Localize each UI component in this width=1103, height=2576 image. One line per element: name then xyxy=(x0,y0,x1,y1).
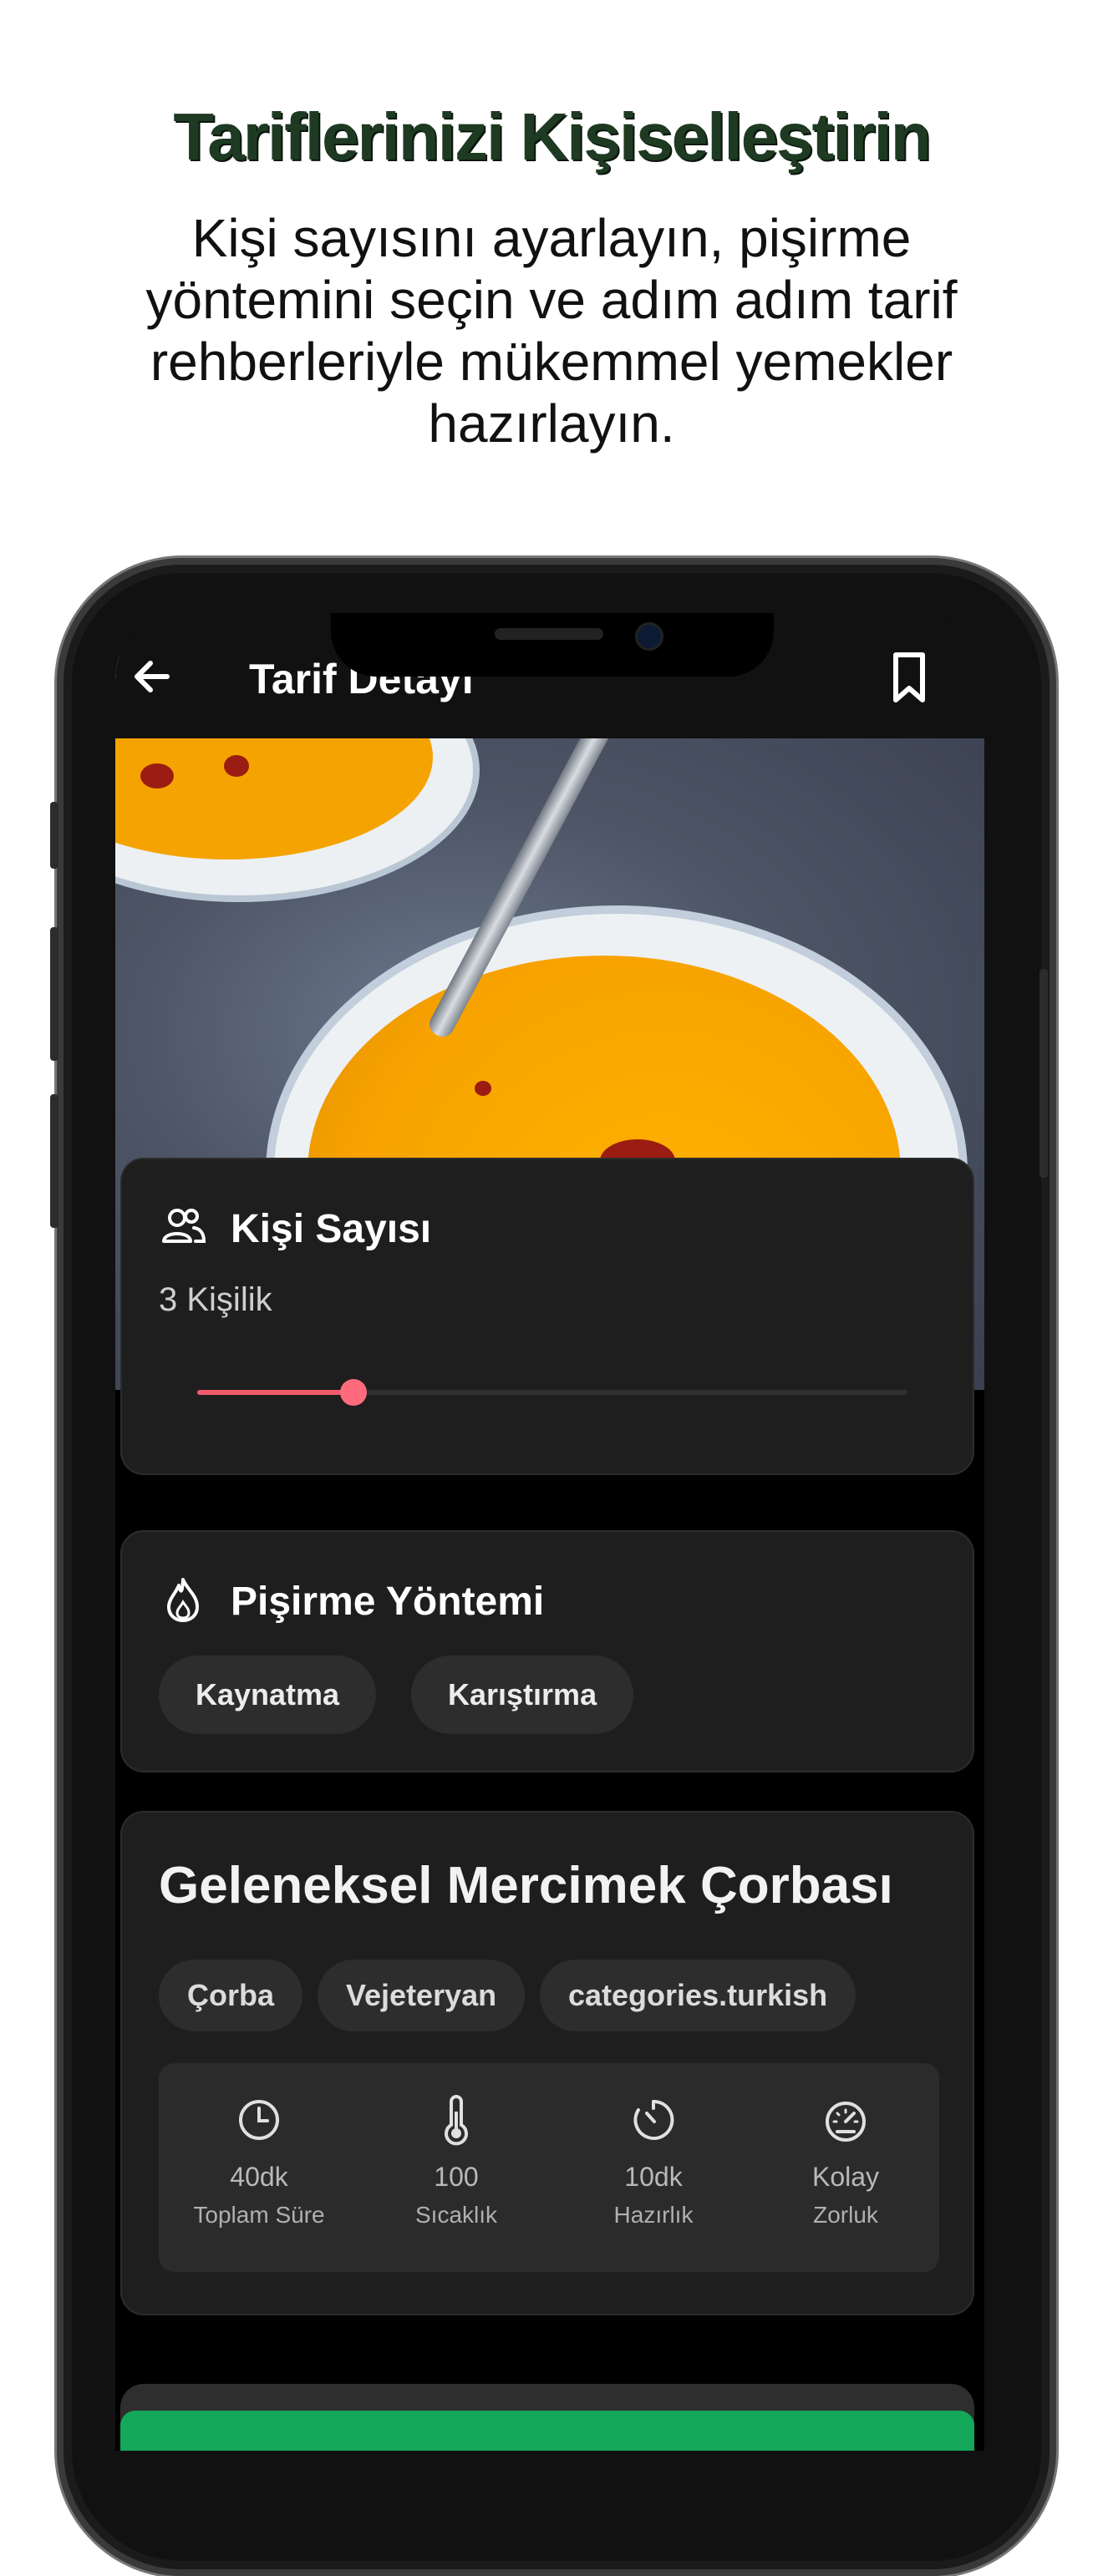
cooking-method-title: Pişirme Yöntemi xyxy=(231,1580,545,1624)
recipe-info-card: Geleneksel Mercimek Çorbası Çorba Vejete… xyxy=(120,1811,974,2315)
phone-volume-down-button xyxy=(50,1094,58,1228)
method-chip-kaynatma[interactable]: Kaynatma xyxy=(159,1656,377,1734)
paprika-garnish xyxy=(475,1081,491,1096)
persons-slider[interactable] xyxy=(197,1379,907,1406)
recipe-tag[interactable]: Çorba xyxy=(159,1960,303,2031)
stat-label: Zorluk xyxy=(813,2202,878,2228)
stat-difficulty: Kolay Zorluk xyxy=(754,2063,938,2272)
promo-subtitle: Kişi sayısını ayarlayın, pişirme yöntemi… xyxy=(145,208,958,454)
persons-value: 3 Kişilik xyxy=(159,1281,272,1318)
arrow-left-icon[interactable] xyxy=(127,652,177,702)
stat-label: Toplam Süre xyxy=(193,2202,325,2228)
camera-icon xyxy=(635,622,663,651)
bookmark-icon[interactable] xyxy=(884,648,934,707)
stat-total-time: 40dk Toplam Süre xyxy=(167,2063,351,2272)
recipe-stats: 40dk Toplam Süre 100 Sıcaklık 10dk Hazır… xyxy=(159,2063,939,2272)
clock-icon xyxy=(239,2100,279,2140)
stat-temperature: 100 Sıcaklık xyxy=(364,2063,548,2272)
flame-icon xyxy=(167,1578,199,1622)
slider-fill xyxy=(197,1390,353,1395)
cooking-method-card: Pişirme Yöntemi Kaynatma Karıştırma xyxy=(120,1530,974,1772)
phone-power-button xyxy=(1039,969,1048,1178)
paprika-garnish xyxy=(140,763,174,789)
stat-label: Sıcaklık xyxy=(414,2202,498,2228)
phone-speaker xyxy=(495,628,603,640)
primary-action-strip[interactable] xyxy=(120,2411,974,2451)
phone-screen: Tarif Detayı Kişi Sayısı 3 Kişilik Pişir… xyxy=(115,613,984,2451)
users-icon xyxy=(162,1209,206,1243)
promo-headline: Tariflerinizi Kişiselleştirin xyxy=(173,99,931,174)
phone-volume-up-button xyxy=(50,927,58,1061)
stat-value: 10dk xyxy=(624,2162,683,2192)
paprika-garnish xyxy=(224,755,249,777)
stat-prep-time: 10dk Hazırlık xyxy=(562,2063,745,2272)
gauge-icon xyxy=(826,2102,866,2142)
timer-icon xyxy=(633,2099,674,2140)
phone-notch xyxy=(331,613,774,677)
stat-value: Kolay xyxy=(811,2162,880,2192)
method-chip-karistirma[interactable]: Karıştırma xyxy=(411,1656,634,1734)
recipe-tag[interactable]: categories.turkish xyxy=(540,1960,856,2031)
persons-title: Kişi Sayısı xyxy=(231,1207,432,1251)
next-section-card xyxy=(120,2384,974,2451)
stat-value: 40dk xyxy=(230,2162,288,2192)
slider-thumb[interactable] xyxy=(340,1379,367,1406)
stat-value: 100 xyxy=(434,2162,479,2192)
recipe-title: Geleneksel Mercimek Çorbası xyxy=(159,1857,893,1914)
recipe-tag[interactable]: Vejeteryan xyxy=(318,1960,526,2031)
thermometer-icon xyxy=(445,2095,468,2146)
persons-card: Kişi Sayısı 3 Kişilik xyxy=(120,1158,974,1475)
stat-label: Hazırlık xyxy=(613,2202,694,2228)
phone-side-button xyxy=(50,802,58,869)
